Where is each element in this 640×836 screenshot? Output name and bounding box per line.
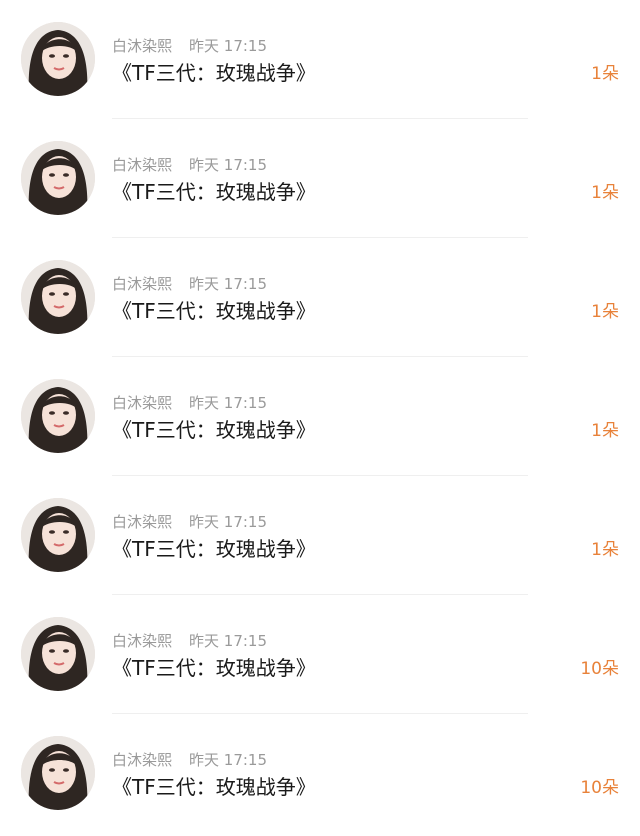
gift-amount: 10朵: [580, 778, 619, 798]
gift-meta: 白沐染熙 昨天 17:15: [112, 155, 267, 175]
gift-record-list: 白沐染熙 昨天 17:15 《TF三代：玫瑰战争》 1朵 白沐染熙 昨天 17:15…: [0, 0, 640, 836]
timestamp: 昨天 17:15: [189, 275, 268, 293]
list-item[interactable]: 白沐染熙 昨天 17:15 《TF三代：玫瑰战争》 1朵: [0, 476, 640, 595]
work-title[interactable]: 《TF三代：玫瑰战争》: [112, 417, 316, 443]
gift-amount: 10朵: [580, 659, 619, 679]
gift-meta: 白沐染熙 昨天 17:15: [112, 274, 267, 294]
timestamp: 昨天 17:15: [189, 156, 268, 174]
username[interactable]: 白沐染熙: [112, 513, 172, 531]
list-item[interactable]: 白沐染熙 昨天 17:15 《TF三代：玫瑰战争》 1朵: [0, 119, 640, 238]
gift-amount: 1朵: [591, 183, 619, 203]
timestamp: 昨天 17:15: [189, 632, 268, 650]
username[interactable]: 白沐染熙: [112, 275, 172, 293]
gift-amount: 1朵: [591, 64, 619, 84]
timestamp: 昨天 17:15: [189, 394, 268, 412]
username[interactable]: 白沐染熙: [112, 751, 172, 769]
timestamp: 昨天 17:15: [189, 513, 268, 531]
gift-meta: 白沐染熙 昨天 17:15: [112, 36, 267, 56]
work-title[interactable]: 《TF三代：玫瑰战争》: [112, 536, 316, 562]
timestamp: 昨天 17:15: [189, 37, 268, 55]
gift-meta: 白沐染熙 昨天 17:15: [112, 631, 267, 651]
work-title[interactable]: 《TF三代：玫瑰战争》: [112, 298, 316, 324]
avatar[interactable]: [21, 379, 95, 453]
work-title[interactable]: 《TF三代：玫瑰战争》: [112, 774, 316, 800]
avatar[interactable]: [21, 736, 95, 810]
timestamp: 昨天 17:15: [189, 751, 268, 769]
gift-amount: 1朵: [591, 421, 619, 441]
username[interactable]: 白沐染熙: [112, 156, 172, 174]
username[interactable]: 白沐染熙: [112, 394, 172, 412]
avatar[interactable]: [21, 498, 95, 572]
gift-meta: 白沐染熙 昨天 17:15: [112, 393, 267, 413]
work-title[interactable]: 《TF三代：玫瑰战争》: [112, 179, 316, 205]
username[interactable]: 白沐染熙: [112, 37, 172, 55]
list-item[interactable]: 白沐染熙 昨天 17:15 《TF三代：玫瑰战争》 1朵: [0, 0, 640, 119]
gift-amount: 1朵: [591, 540, 619, 560]
work-title[interactable]: 《TF三代：玫瑰战争》: [112, 655, 316, 681]
work-title[interactable]: 《TF三代：玫瑰战争》: [112, 60, 316, 86]
gift-meta: 白沐染熙 昨天 17:15: [112, 512, 267, 532]
avatar[interactable]: [21, 260, 95, 334]
username[interactable]: 白沐染熙: [112, 632, 172, 650]
list-item[interactable]: 白沐染熙 昨天 17:15 《TF三代：玫瑰战争》 1朵: [0, 357, 640, 476]
avatar[interactable]: [21, 141, 95, 215]
list-item[interactable]: 白沐染熙 昨天 17:15 《TF三代：玫瑰战争》 1朵: [0, 238, 640, 357]
gift-meta: 白沐染熙 昨天 17:15: [112, 750, 267, 770]
avatar[interactable]: [21, 617, 95, 691]
gift-amount: 1朵: [591, 302, 619, 322]
list-item[interactable]: 白沐染熙 昨天 17:15 《TF三代：玫瑰战争》 10朵: [0, 714, 640, 833]
list-item[interactable]: 白沐染熙 昨天 17:15 《TF三代：玫瑰战争》 10朵: [0, 595, 640, 714]
avatar[interactable]: [21, 22, 95, 96]
